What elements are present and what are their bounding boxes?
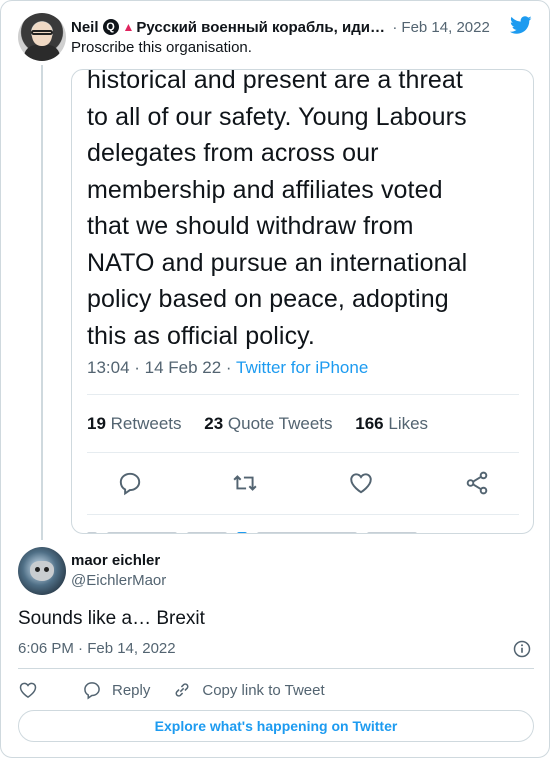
parent-author-avatar[interactable] (18, 13, 66, 61)
reply-icon (119, 472, 141, 496)
info-icon[interactable] (512, 639, 532, 659)
reply-author-avatar[interactable] (18, 547, 66, 595)
reply-label: Reply (112, 681, 151, 699)
screenshot-line: delegates from across our (87, 139, 379, 167)
screenshot-cutoff-row (87, 525, 527, 533)
parent-tweet-header: Neil Q ▲ Русский военный корабль, иди ..… (71, 16, 541, 38)
reply-author-name[interactable]: maor eichler (71, 552, 160, 569)
separator-dot: · (392, 18, 398, 36)
screenshot-line: policy based on peace, adopting (87, 285, 449, 313)
thread-connector-line (41, 65, 43, 540)
twitter-bird-icon[interactable] (509, 14, 533, 36)
screenshot-line: historical and present are a threat (87, 69, 463, 94)
screenshot-line: that we should withdraw from (87, 212, 414, 240)
screenshot-client-link: Twitter for iPhone (236, 358, 369, 377)
quote-count: 23 (204, 414, 224, 433)
q-badge-icon: Q (102, 19, 119, 35)
heart-icon (350, 473, 372, 494)
reply-tweet-timestamp[interactable]: 6:06 PM · Feb 14, 2022 (18, 640, 176, 657)
screenshot-divider (87, 452, 519, 453)
parent-tweet-text: Proscribe this organisation. (71, 39, 252, 56)
copy-link-button[interactable]: Copy link to Tweet (172, 680, 325, 700)
embedded-screenshot-image[interactable]: historical and present are a threat to a… (71, 69, 534, 534)
screenshot-divider (87, 514, 519, 515)
like-button[interactable] (18, 680, 48, 700)
screenshot-timestamp: 13:04 · 14 Feb 22 · Twitter for iPhone (87, 358, 369, 377)
tweet-embed-card: Neil Q ▲ Русский военный корабль, иди ..… (0, 0, 550, 758)
retweet-icon (233, 475, 257, 491)
parent-tweet-date[interactable]: Feb 14, 2022 (401, 19, 489, 36)
heart-icon (19, 682, 37, 698)
share-icon (466, 471, 488, 495)
screenshot-line: membership and affiliates voted (87, 175, 443, 204)
parent-author-handle[interactable]: Русский военный корабль, иди ... (136, 19, 386, 36)
parent-author-name[interactable]: Neil (71, 19, 99, 36)
screenshot-line: NATO and pursue an international (87, 248, 468, 277)
triangle-marker-icon: ▲ (122, 20, 135, 34)
reply-author-handle[interactable]: @EichlerMaor (71, 572, 166, 589)
explore-twitter-button[interactable]: Explore what's happening on Twitter (18, 710, 534, 742)
reply-action-bar: Reply Copy link to Tweet (18, 678, 347, 702)
reply-button[interactable]: Reply (82, 680, 150, 700)
likes-count: 166 (355, 414, 384, 433)
screenshot-line: to all of our safety. Young Labours (87, 102, 467, 131)
screenshot-stats: 19 Retweets 23 Quote Tweets 166 Likes (87, 414, 429, 433)
screenshot-action-bar (72, 470, 533, 500)
screenshot-body-text: historical and present are a threat to a… (87, 69, 527, 354)
screenshot-line: this as official policy. (87, 321, 315, 350)
link-icon (175, 683, 189, 697)
reply-divider (18, 668, 534, 669)
screenshot-divider (87, 394, 519, 395)
copy-link-label: Copy link to Tweet (202, 681, 325, 699)
reply-tweet-text: Sounds like a… Brexit (18, 608, 205, 629)
reply-icon (84, 682, 100, 700)
retweet-count: 19 (87, 414, 106, 433)
